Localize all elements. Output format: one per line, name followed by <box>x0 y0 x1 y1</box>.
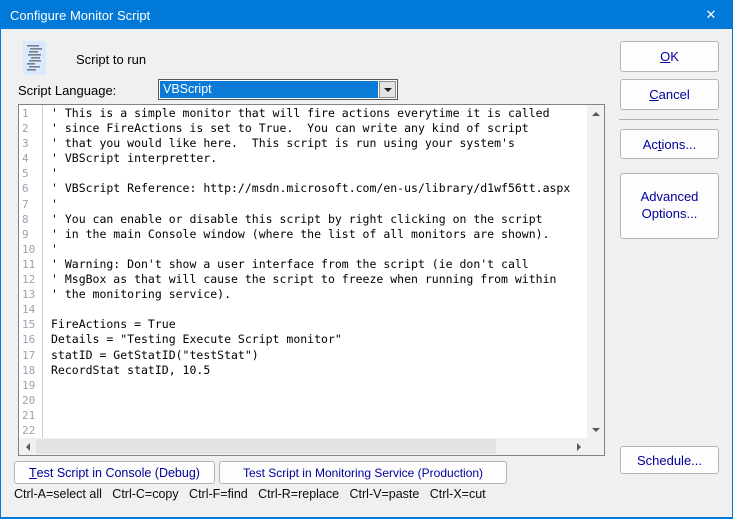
line-number: 6 <box>19 181 42 196</box>
code-line: ' <box>51 242 587 257</box>
side-separator <box>619 119 719 120</box>
scroll-left-button[interactable] <box>19 438 36 455</box>
code-line: ' This is a simple monitor that will fir… <box>51 106 587 121</box>
dropdown-button[interactable] <box>379 81 396 98</box>
line-number: 5 <box>19 166 42 181</box>
script-editor[interactable]: 12345678910111213141516171819202122 ' Th… <box>18 104 605 456</box>
test-script-console-button[interactable]: Test Script in Console (Debug) <box>14 461 215 484</box>
scroll-right-icon <box>577 443 581 451</box>
code-line: ' MsgBox as that will cause the script t… <box>51 272 587 287</box>
line-number: 13 <box>19 287 42 302</box>
code-line: Details = "Testing Execute Script monito… <box>51 332 587 347</box>
line-number: 20 <box>19 393 42 408</box>
advanced-options-button[interactable]: Advanced Options... <box>620 173 719 239</box>
code-line <box>51 423 587 438</box>
close-icon: ✕ <box>706 7 717 23</box>
code-line: ' VBScript interpretter. <box>51 151 587 166</box>
scroll-left-icon <box>26 443 30 451</box>
scroll-up-icon <box>592 112 600 116</box>
horizontal-scroll-thumb[interactable] <box>36 439 496 454</box>
script-language-select[interactable]: VBScript <box>158 79 398 100</box>
ok-button[interactable]: OK <box>620 41 719 72</box>
code-line <box>51 378 587 393</box>
code-line: ' You can enable or disable this script … <box>51 212 587 227</box>
code-line: RecordStat statID, 10.5 <box>51 363 587 378</box>
line-number: 15 <box>19 317 42 332</box>
line-number-gutter: 12345678910111213141516171819202122 <box>19 105 43 438</box>
schedule-button[interactable]: Schedule... <box>620 446 719 474</box>
line-number: 22 <box>19 423 42 438</box>
code-lines[interactable]: ' This is a simple monitor that will fir… <box>44 105 587 438</box>
code-line: ' <box>51 197 587 212</box>
line-number: 10 <box>19 242 42 257</box>
script-icon <box>23 41 46 75</box>
line-number: 16 <box>19 332 42 347</box>
line-number: 17 <box>19 348 42 363</box>
script-to-run-label: Script to run <box>76 52 146 67</box>
line-number: 8 <box>19 212 42 227</box>
line-number: 4 <box>19 151 42 166</box>
line-number: 21 <box>19 408 42 423</box>
line-number: 19 <box>19 378 42 393</box>
selected-language: VBScript <box>160 81 378 98</box>
code-line: statID = GetStatID("testStat") <box>51 348 587 363</box>
scrollbar-corner <box>587 438 604 455</box>
scroll-up-button[interactable] <box>587 105 604 122</box>
code-line <box>51 302 587 317</box>
line-number: 9 <box>19 227 42 242</box>
horizontal-scrollbar[interactable] <box>19 438 587 455</box>
code-line: ' <box>51 166 587 181</box>
line-number: 1 <box>19 106 42 121</box>
code-line: ' since FireActions is set to True. You … <box>51 121 587 136</box>
titlebar: Configure Monitor Script ✕ <box>1 1 732 29</box>
code-line: ' in the main Console window (where the … <box>51 227 587 242</box>
line-number: 2 <box>19 121 42 136</box>
code-line <box>51 408 587 423</box>
code-line: ' that you would like here. This script … <box>51 136 587 151</box>
close-button[interactable]: ✕ <box>690 1 732 29</box>
configure-monitor-script-dialog: Configure Monitor Script ✕ Script to run… <box>0 0 733 519</box>
keyboard-shortcuts-hint: Ctrl-A=select all Ctrl-C=copy Ctrl-F=fin… <box>14 487 486 501</box>
script-language-label: Script Language: <box>18 83 116 98</box>
code-line: ' the monitoring service). <box>51 287 587 302</box>
test-script-service-button[interactable]: Test Script in Monitoring Service (Produ… <box>219 461 507 484</box>
code-line: ' VBScript Reference: http://msdn.micros… <box>51 181 587 196</box>
code-line <box>51 393 587 408</box>
line-number: 7 <box>19 197 42 212</box>
code-line: ' Warning: Don't show a user interface f… <box>51 257 587 272</box>
vertical-scrollbar[interactable] <box>587 105 604 438</box>
window-title: Configure Monitor Script <box>1 8 150 23</box>
cancel-button[interactable]: Cancel <box>620 79 719 110</box>
line-number: 11 <box>19 257 42 272</box>
code-line: FireActions = True <box>51 317 587 332</box>
scroll-down-button[interactable] <box>587 421 604 438</box>
line-number: 18 <box>19 363 42 378</box>
chevron-down-icon <box>384 88 392 92</box>
actions-button[interactable]: Actions... <box>620 129 719 159</box>
scroll-down-icon <box>592 428 600 432</box>
scroll-right-button[interactable] <box>570 438 587 455</box>
line-number: 3 <box>19 136 42 151</box>
line-number: 12 <box>19 272 42 287</box>
line-number: 14 <box>19 302 42 317</box>
